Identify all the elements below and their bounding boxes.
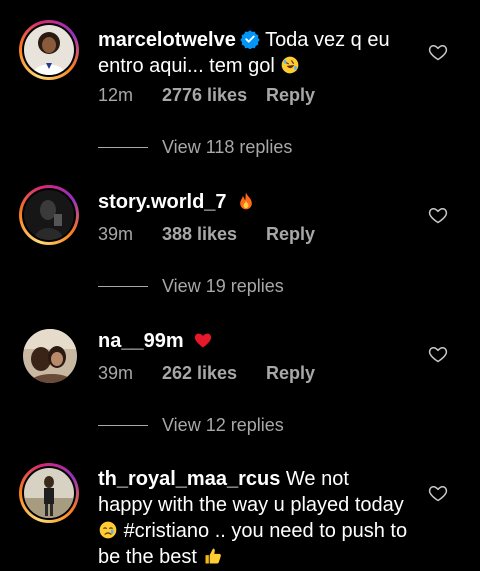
- verified-badge-icon: [240, 30, 260, 49]
- divider-line: [98, 286, 148, 287]
- comment-body: th_royal_maa_rcus We not happy with the …: [98, 466, 408, 570]
- comment-body: marcelotwelve Toda vez q eu entro aqui..…: [98, 27, 408, 79]
- crying-face-emoji: [99, 521, 117, 539]
- red-heart-emoji: [195, 333, 212, 348]
- username[interactable]: marcelotwelve: [98, 29, 236, 51]
- avatar[interactable]: [19, 185, 79, 245]
- likes-count[interactable]: 262 likes: [162, 363, 266, 384]
- username[interactable]: na__99m: [98, 330, 184, 352]
- view-replies-button[interactable]: View 118 replies: [98, 137, 292, 158]
- reply-button[interactable]: Reply: [266, 224, 315, 245]
- like-heart-icon[interactable]: [428, 483, 448, 503]
- rolling-laughing-emoji: [282, 56, 299, 74]
- username[interactable]: th_royal_maa_rcus: [98, 468, 280, 490]
- thumbs-up-emoji: [205, 548, 221, 564]
- comment-meta: 12m 2776 likes Reply: [98, 85, 315, 106]
- like-heart-icon[interactable]: [428, 205, 448, 225]
- likes-count[interactable]: 388 likes: [162, 224, 266, 245]
- comment-hashtag-text: #cristiano .. you need to push to be the…: [98, 520, 408, 568]
- timestamp: 39m: [98, 224, 134, 244]
- divider-line: [98, 147, 148, 148]
- view-replies-label: View 118 replies: [162, 137, 293, 157]
- comment-meta: 39m 262 likes Reply: [98, 363, 315, 384]
- reply-button[interactable]: Reply: [266, 363, 315, 384]
- view-replies-label: View 12 replies: [162, 415, 284, 435]
- divider-line: [98, 425, 148, 426]
- fire-emoji: [240, 192, 252, 210]
- like-heart-icon[interactable]: [428, 42, 448, 62]
- avatar[interactable]: [19, 20, 79, 80]
- likes-count[interactable]: 2776 likes: [162, 85, 266, 106]
- timestamp: 12m: [98, 85, 134, 105]
- view-replies-label: View 19 replies: [162, 276, 284, 296]
- reply-button[interactable]: Reply: [266, 85, 315, 106]
- view-replies-button[interactable]: View 19 replies: [98, 276, 284, 297]
- timestamp: 39m: [98, 363, 134, 383]
- comment-body: na__99m: [98, 328, 408, 354]
- comment-meta: 39m 388 likes Reply: [98, 224, 315, 245]
- username[interactable]: story.world_7: [98, 191, 227, 213]
- avatar[interactable]: [19, 463, 79, 523]
- like-heart-icon[interactable]: [428, 344, 448, 364]
- avatar[interactable]: [23, 329, 77, 383]
- comment-body: story.world_7: [98, 189, 408, 215]
- view-replies-button[interactable]: View 12 replies: [98, 415, 284, 436]
